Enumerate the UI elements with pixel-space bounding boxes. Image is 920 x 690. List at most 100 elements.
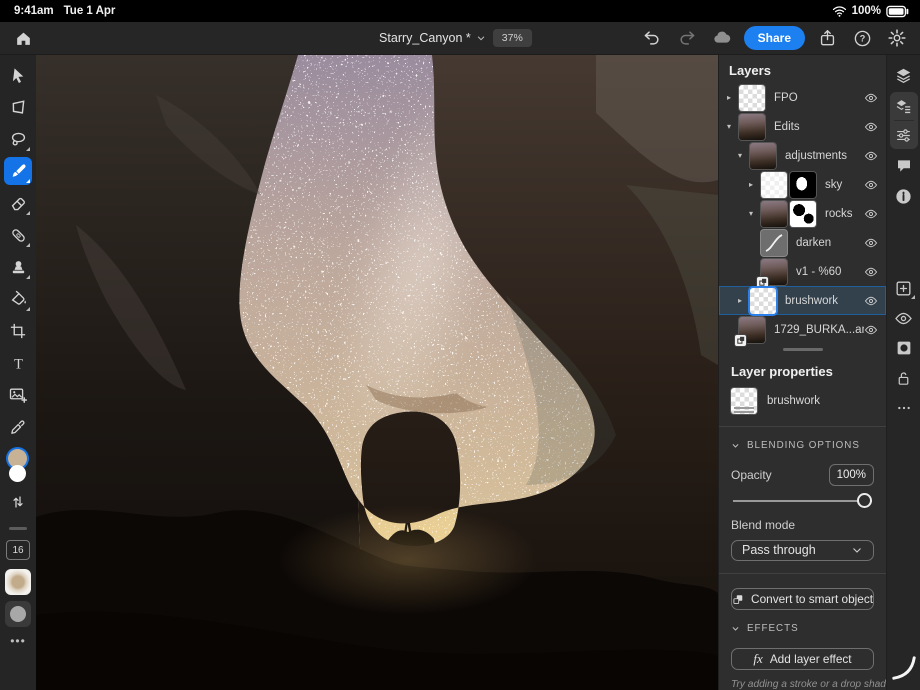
layer-visibility-eye-icon[interactable] [864,207,878,221]
layer-properties-section: Layer properties brushwork BLENDING OPTI… [719,351,886,690]
brush-shape-preview[interactable] [5,601,31,627]
corner-gesture-indicator [891,655,917,686]
expand-arrow-icon[interactable]: ▸ [727,93,739,102]
add-layer-button[interactable] [890,274,918,302]
collapse-arrow-icon[interactable]: ▾ [727,122,739,131]
layer-name: 1729_BURKA...anced-NR33 [774,324,864,336]
layer-name: brushwork [785,295,864,307]
document-canvas[interactable] [36,55,718,690]
layer-mask-thumbnail[interactable] [790,172,816,198]
layer-row-adjustments[interactable]: ▾adjustments [719,141,886,170]
layer-thumbnail[interactable] [761,172,787,198]
zoom-level-badge[interactable]: 37% [493,29,532,47]
add-layer-effect-button[interactable]: fx Add layer effect [731,648,874,670]
expand-arrow-icon[interactable]: ▸ [738,296,750,305]
opacity-label: Opacity [731,468,772,482]
layer-row-1729-burka-anced-nr33[interactable]: 1729_BURKA...anced-NR33 [719,315,886,344]
color-swatches[interactable] [5,449,31,487]
tool-options-drag-handle[interactable] [9,527,27,530]
convert-to-smart-object-button[interactable]: Convert to smart object [731,588,874,610]
collapse-arrow-icon[interactable]: ▾ [738,151,750,160]
svg-text:T: T [14,356,23,372]
layer-name: darken [796,237,864,249]
help-button[interactable]: ? [849,25,875,51]
layer-visibility-eye-icon[interactable] [864,91,878,105]
eyedropper-tool[interactable] [4,413,32,441]
layer-visibility-eye-icon[interactable] [864,178,878,192]
blending-options-header[interactable]: BLENDING OPTIONS [731,440,874,451]
opacity-value-field[interactable]: 100% [829,464,874,486]
layer-row-brushwork[interactable]: ▸ brushwork [719,286,886,315]
brush-tip-preview[interactable] [5,569,31,595]
more-tool-options-button[interactable]: ••• [10,634,26,648]
layer-row-v1-60[interactable]: v1 - %60 [719,257,886,286]
brush-tool[interactable] [4,157,32,185]
layers-panel-icon[interactable] [890,61,918,89]
layer-thumbnail[interactable] [739,114,765,140]
crop-tool[interactable] [4,317,32,345]
layer-row-rocks[interactable]: ▾rocks [719,199,886,228]
settings-gear-button[interactable] [884,25,910,51]
layer-row-fpo[interactable]: ▸FPO [719,83,886,112]
place-image-tool[interactable] [4,381,32,409]
lock-layer-button[interactable] [890,364,918,392]
photoshop-ipad-app: 9:41am Tue 1 Apr 100% Starry_Canyon * 37… [0,0,920,690]
layer-row-edits[interactable]: ▾Edits [719,112,886,141]
status-time: 9:41am [14,5,54,17]
move-tool[interactable] [4,61,32,89]
opacity-slider-handle[interactable] [857,493,872,508]
eraser-tool[interactable] [4,189,32,217]
layer-visibility-button[interactable] [890,304,918,332]
layers-panel-title: Layers [729,63,886,78]
chevron-down-icon [476,33,486,43]
more-layer-options-button[interactable] [890,394,918,422]
layer-thumbnail[interactable] [739,317,765,343]
layer-thumbnail[interactable] [739,85,765,111]
cloud-sync-icon[interactable] [709,25,735,51]
layer-visibility-eye-icon[interactable] [864,120,878,134]
info-icon[interactable] [890,182,918,210]
fill-tool[interactable] [4,285,32,313]
layer-visibility-eye-icon[interactable] [864,149,878,163]
layer-visibility-eye-icon[interactable] [864,236,878,250]
layer-row-darken[interactable]: darken [719,228,886,257]
layer-visibility-eye-icon[interactable] [864,294,878,308]
opacity-slider[interactable] [733,493,872,504]
clone-stamp-tool[interactable] [4,253,32,281]
layer-mask-thumbnail[interactable] [790,201,816,227]
tool-rail: T 16 ••• [0,55,36,690]
healing-brush-tool[interactable] [4,221,32,249]
lasso-tool[interactable] [4,125,32,153]
chevron-down-icon [731,441,740,450]
layers-list: ▸FPO▾Edits▾adjustments▸sky▾rocks darken v1… [719,83,886,344]
undo-button[interactable] [639,25,665,51]
home-button[interactable] [10,25,36,51]
layer-visibility-eye-icon[interactable] [864,323,878,337]
comments-icon[interactable] [890,152,918,180]
layer-thumbnail[interactable] [761,201,787,227]
layer-row-sky[interactable]: ▸sky [719,170,886,199]
swap-colors-button[interactable] [4,491,32,513]
export-button[interactable] [814,25,840,51]
brush-size-field[interactable]: 16 [6,540,30,560]
redo-button[interactable] [674,25,700,51]
share-button[interactable]: Share [744,26,805,50]
expand-arrow-icon[interactable]: ▸ [749,180,761,189]
background-color-swatch[interactable] [9,465,26,482]
collapse-arrow-icon[interactable]: ▾ [749,209,761,218]
blend-mode-select[interactable]: Pass through [731,540,874,562]
battery-percent: 100% [852,5,881,17]
layer-thumbnail[interactable] [750,288,776,314]
layer-list-panel-icon[interactable] [890,92,918,120]
layer-thumbnail[interactable] [750,143,776,169]
layer-visibility-eye-icon[interactable] [864,265,878,279]
transform-tool[interactable] [4,93,32,121]
type-tool[interactable]: T [4,349,32,377]
chevron-down-icon [731,624,740,633]
effects-header[interactable]: EFFECTS [731,623,874,634]
adjustments-panel-icon[interactable] [890,121,918,149]
document-title[interactable]: Starry_Canyon * [379,31,486,45]
layer-mask-button[interactable] [890,334,918,362]
layer-thumbnail[interactable] [761,230,787,256]
layer-thumbnail[interactable] [761,259,787,285]
